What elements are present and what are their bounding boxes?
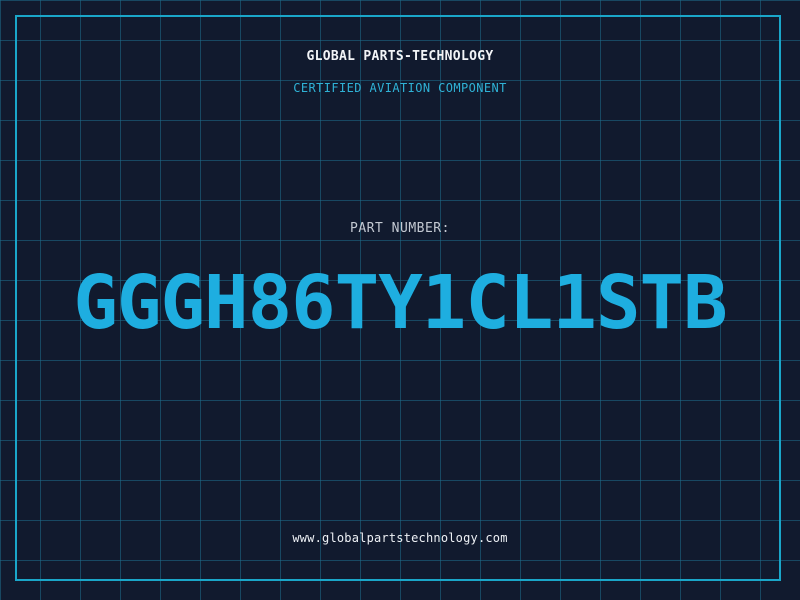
certification-tagline: CERTIFIED AVIATION COMPONENT — [293, 81, 507, 95]
part-number-value: GGGH86TY1CL1STB — [73, 260, 727, 346]
website-url: www.globalpartstechnology.com — [292, 531, 508, 545]
part-number-label: PART NUMBER: — [350, 221, 450, 236]
company-name: GLOBAL PARTS-TECHNOLOGY — [306, 49, 494, 64]
certificate-card: GLOBAL PARTS-TECHNOLOGY CERTIFIED AVIATI… — [0, 0, 800, 600]
